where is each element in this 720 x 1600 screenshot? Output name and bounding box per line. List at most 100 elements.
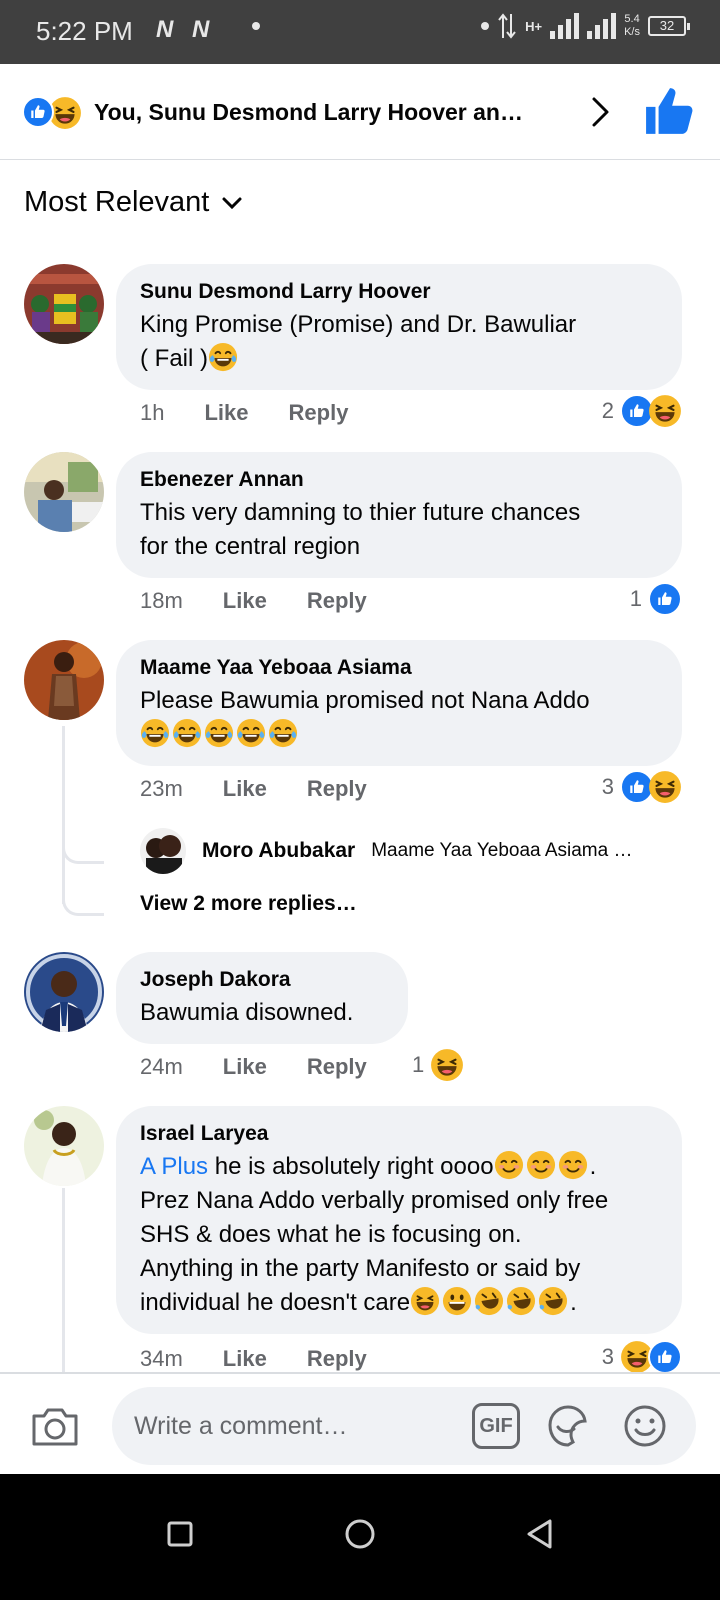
- sort-label: Most Relevant: [24, 186, 210, 218]
- like-button[interactable]: Like: [223, 1054, 267, 1080]
- comment-text: A Plus he is absolutely right oooo. Prez…: [140, 1150, 658, 1320]
- battery-icon: 32: [648, 16, 690, 36]
- header-reaction-icons: [22, 94, 88, 130]
- comment-text-line: Anything in the party Manifesto or said …: [140, 1255, 581, 1282]
- comment-author[interactable]: Sunu Desmond Larry Hoover: [140, 278, 658, 306]
- joy-emoji-icon: [236, 718, 266, 748]
- thumbs-up-icon[interactable]: [644, 86, 694, 136]
- thread-branch: [62, 842, 104, 864]
- chevron-right-icon[interactable]: [582, 94, 618, 130]
- joy-emoji-icon: [140, 718, 170, 748]
- network-provider-icon: N N: [156, 16, 216, 43]
- comment-time: 1h: [140, 400, 165, 425]
- joy-emoji-icon: [208, 342, 238, 372]
- comment-time: 24m: [140, 1054, 183, 1079]
- avatar[interactable]: [24, 1106, 104, 1186]
- comment-reactions[interactable]: 3: [602, 770, 682, 804]
- recents-icon[interactable]: [160, 1514, 200, 1554]
- blush-emoji-icon: [494, 1150, 524, 1180]
- thread-branch: [62, 894, 104, 916]
- grin-emoji-icon: [442, 1286, 472, 1316]
- comment-time: 23m: [140, 776, 183, 801]
- reply-button[interactable]: Reply: [307, 776, 367, 802]
- signal-icon: [587, 13, 617, 39]
- comment-author[interactable]: Israel Laryea: [140, 1120, 658, 1148]
- haha-emoji-icon: [410, 1286, 440, 1316]
- comment-text-line: for the central region: [140, 533, 361, 560]
- haha-reaction-icon: [430, 1048, 464, 1082]
- comment-bubble[interactable]: Ebenezer Annan This very damning to thie…: [116, 452, 682, 578]
- comment-actions: 34m Like Reply: [140, 1346, 367, 1372]
- avatar[interactable]: [24, 264, 104, 344]
- avatar[interactable]: [24, 640, 104, 720]
- sort-dropdown[interactable]: Most Relevant: [24, 186, 243, 219]
- comment-text: King Promise (Promise) and Dr. Bawuliar …: [140, 308, 658, 376]
- comment-text-line: ( Fail ): [140, 345, 208, 372]
- reply-button[interactable]: Reply: [307, 1054, 367, 1080]
- reply-button[interactable]: Reply: [307, 588, 367, 614]
- comment-reactions[interactable]: 1: [412, 1048, 464, 1082]
- mention-link[interactable]: A Plus: [140, 1153, 208, 1180]
- camera-icon[interactable]: [30, 1404, 80, 1448]
- view-more-replies-link[interactable]: View 2 more replies…: [140, 892, 357, 916]
- like-reaction-icon: [648, 582, 682, 616]
- chevron-down-icon: [222, 197, 242, 209]
- home-icon[interactable]: [340, 1514, 380, 1554]
- like-button[interactable]: Like: [223, 1346, 267, 1372]
- data-transfer-icon: [498, 13, 516, 39]
- avatar[interactable]: [140, 828, 186, 874]
- comment-reactions[interactable]: 1: [630, 582, 682, 616]
- comment-reactions[interactable]: 2: [602, 394, 682, 428]
- status-time: 5:22 PM: [36, 16, 133, 46]
- thread-line: [62, 1188, 65, 1388]
- comment-text-line: Please Bawumia promised not Nana Addo: [140, 687, 590, 714]
- rofl-emoji-icon: [538, 1286, 568, 1316]
- blush-emoji-icon: [558, 1150, 588, 1180]
- comment-text-line: Prez Nana Addo verbally promised only fr…: [140, 1187, 609, 1214]
- rofl-emoji-icon: [506, 1286, 536, 1316]
- joy-emoji-icon: [172, 718, 202, 748]
- like-reaction-icon: [648, 1340, 682, 1374]
- signal-icon: [550, 13, 580, 39]
- reactions-summary-title[interactable]: You, Sunu Desmond Larry Hoover an…: [94, 94, 564, 130]
- comment-author[interactable]: Ebenezer Annan: [140, 466, 658, 494]
- gif-button[interactable]: GIF: [472, 1403, 520, 1449]
- reply-preview[interactable]: Moro Abubakar Maame Yaa Yeboaa Asiama …: [140, 828, 700, 874]
- comment-input[interactable]: [134, 1387, 454, 1465]
- comment-bubble[interactable]: Joseph Dakora Bawumia disowned.: [116, 952, 408, 1044]
- like-button[interactable]: Like: [204, 400, 248, 426]
- comment-actions: 24m Like Reply: [140, 1054, 367, 1080]
- comment-bubble[interactable]: Israel Laryea A Plus he is absolutely ri…: [116, 1106, 682, 1334]
- joy-emoji-icon: [204, 718, 234, 748]
- reply-snippet: Maame Yaa Yeboaa Asiama …: [371, 840, 633, 861]
- emoji-icon[interactable]: [620, 1401, 670, 1451]
- like-button[interactable]: Like: [223, 588, 267, 614]
- comment-text-line: This very damning to thier future chance…: [140, 499, 581, 526]
- comment-time: 34m: [140, 1346, 183, 1371]
- comment-bubble[interactable]: Sunu Desmond Larry Hoover King Promise (…: [116, 264, 682, 390]
- status-indicators: H+ 5.4 K/s 32: [481, 12, 690, 40]
- avatar[interactable]: [24, 452, 104, 532]
- thread-line: [62, 726, 65, 904]
- reaction-count: 3: [601, 774, 614, 799]
- reply-author[interactable]: Moro Abubakar: [202, 839, 355, 863]
- sticker-icon[interactable]: [542, 1401, 592, 1451]
- rofl-emoji-icon: [474, 1286, 504, 1316]
- like-reaction-icon: [22, 96, 54, 128]
- reply-button[interactable]: Reply: [307, 1346, 367, 1372]
- reply-button[interactable]: Reply: [289, 400, 349, 426]
- back-icon[interactable]: [520, 1514, 560, 1554]
- comment-author[interactable]: Joseph Dakora: [140, 966, 384, 994]
- avatar[interactable]: [24, 952, 104, 1032]
- comment-author[interactable]: Maame Yaa Yeboaa Asiama: [140, 654, 658, 682]
- network-speed-value: 5.4: [624, 13, 640, 25]
- network-type: H+: [525, 18, 543, 34]
- like-button[interactable]: Like: [223, 776, 267, 802]
- network-speed: 5.4 K/s: [624, 13, 640, 39]
- status-bar: 5:22 PM N N H+ 5.4 K/s 32: [0, 0, 720, 64]
- comment-text: Bawumia disowned.: [140, 999, 354, 1026]
- comment-bubble[interactable]: Maame Yaa Yeboaa Asiama Please Bawumia p…: [116, 640, 682, 766]
- comment-reactions[interactable]: 3: [602, 1340, 682, 1374]
- comment-actions: 18m Like Reply: [140, 588, 367, 614]
- reactions-header[interactable]: You, Sunu Desmond Larry Hoover an…: [0, 64, 720, 160]
